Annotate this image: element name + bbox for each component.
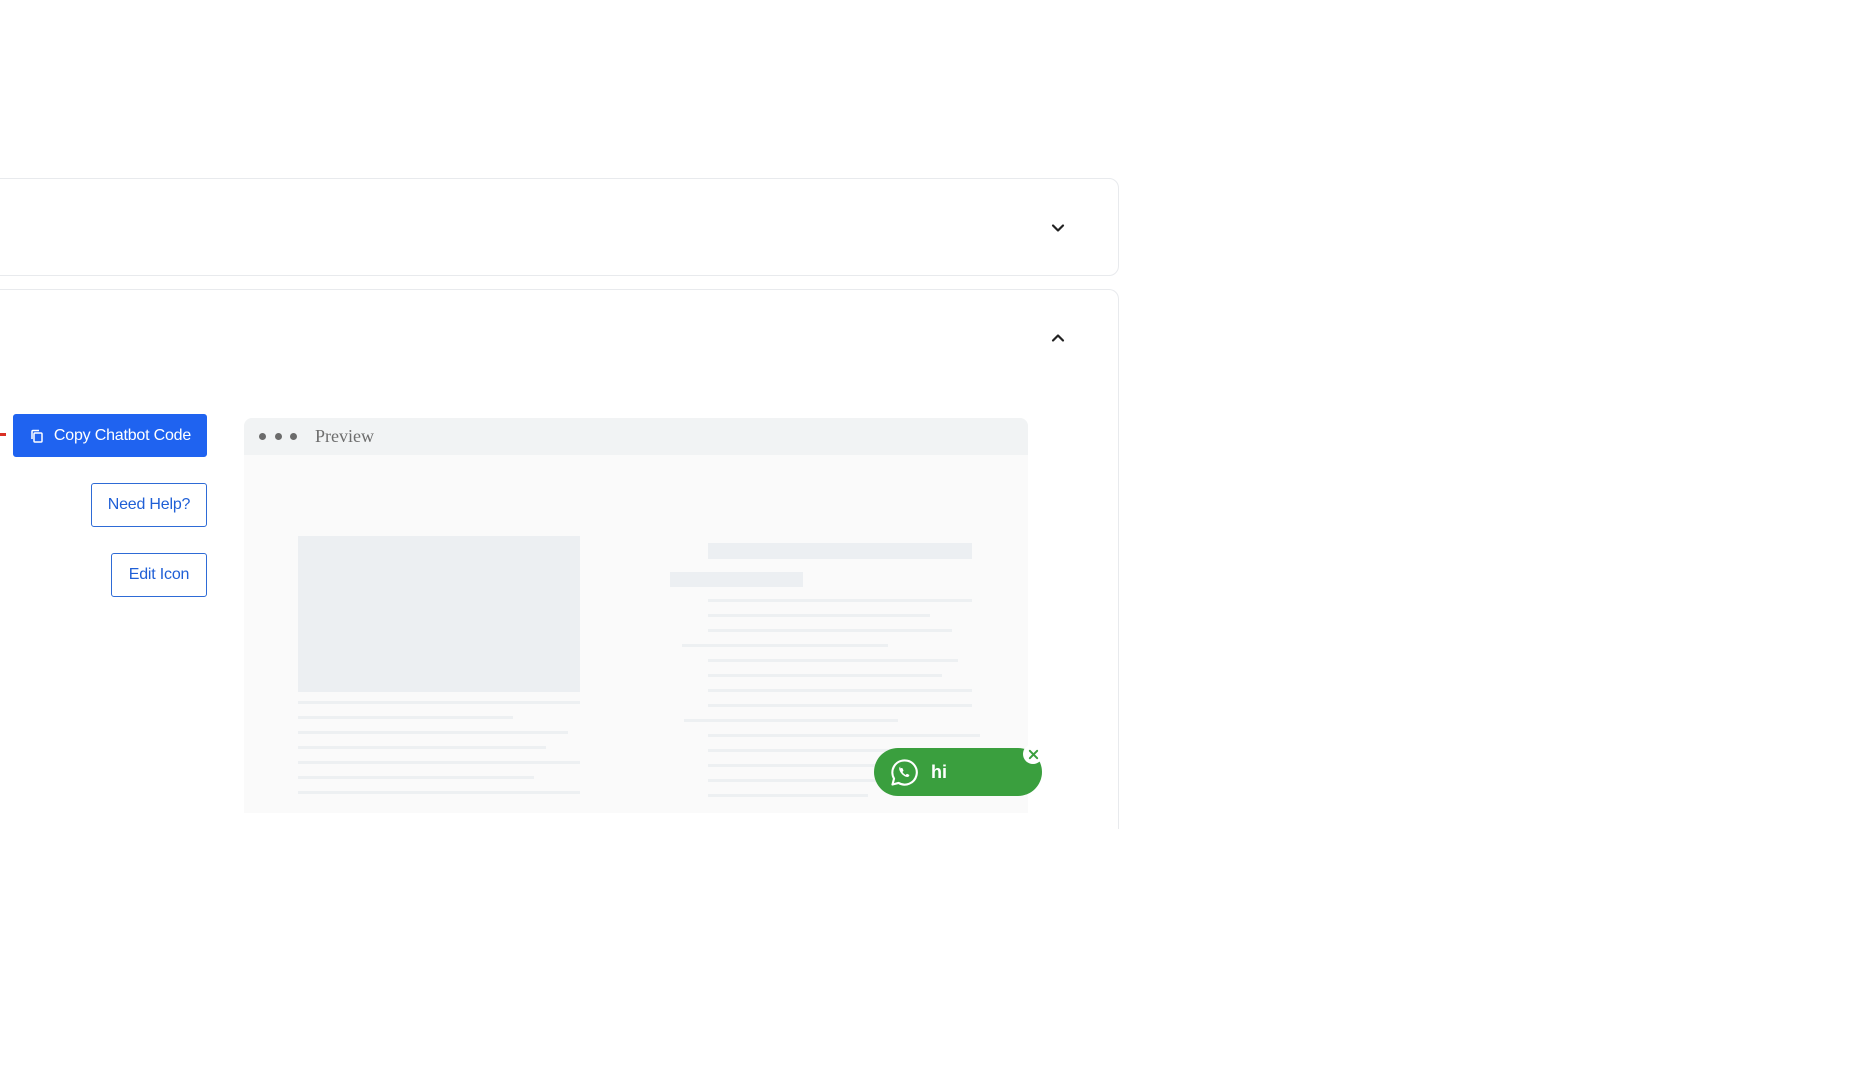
preview-titlebar: Preview: [244, 418, 1028, 455]
pointer-arrow-icon: [0, 433, 6, 436]
window-dot: [259, 433, 266, 440]
skeleton-line: [708, 734, 980, 737]
skeleton-image: [298, 536, 580, 692]
window-dot: [290, 433, 297, 440]
skeleton-line: [708, 764, 888, 767]
copy-icon: [31, 429, 43, 443]
skeleton-line: [708, 689, 972, 692]
skeleton-line: [298, 761, 580, 764]
window-dot: [275, 433, 282, 440]
edit-icon-button[interactable]: Edit Icon: [111, 553, 207, 597]
copy-chatbot-code-button[interactable]: Copy Chatbot Code: [13, 414, 207, 457]
skeleton-line: [298, 746, 546, 749]
skeleton-line: [298, 731, 568, 734]
copy-chatbot-code-label: Copy Chatbot Code: [53, 426, 192, 444]
chevron-down-icon[interactable]: [1048, 218, 1068, 238]
skeleton-line: [708, 794, 868, 797]
skeleton-line: [298, 791, 580, 794]
accordion-panel-collapsed: [0, 178, 1119, 276]
need-help-label: Need Help?: [107, 496, 191, 513]
skeleton-line: [708, 659, 958, 662]
skeleton-heading: [708, 543, 972, 559]
skeleton-line: [708, 779, 878, 782]
skeleton-line: [708, 749, 908, 752]
whatsapp-icon: [891, 758, 918, 786]
skeleton-line: [684, 719, 898, 722]
skeleton-line: [682, 644, 888, 647]
skeleton-line: [708, 599, 972, 602]
skeleton-line: [298, 701, 580, 704]
chat-widget-text: hi: [931, 761, 947, 782]
skeleton-line: [708, 704, 972, 707]
close-icon[interactable]: [1023, 744, 1043, 764]
chevron-up-icon[interactable]: [1048, 328, 1068, 348]
skeleton-line: [298, 716, 513, 719]
need-help-button[interactable]: Need Help?: [91, 483, 207, 527]
preview-label: Preview: [315, 426, 374, 446]
skeleton-line: [298, 776, 534, 779]
skeleton-subheading: [670, 572, 803, 587]
edit-icon-label: Edit Icon: [128, 566, 190, 583]
skeleton-line: [708, 629, 952, 632]
whatsapp-chat-widget[interactable]: hi: [874, 748, 1042, 796]
skeleton-line: [708, 614, 930, 617]
skeleton-line: [708, 674, 942, 677]
